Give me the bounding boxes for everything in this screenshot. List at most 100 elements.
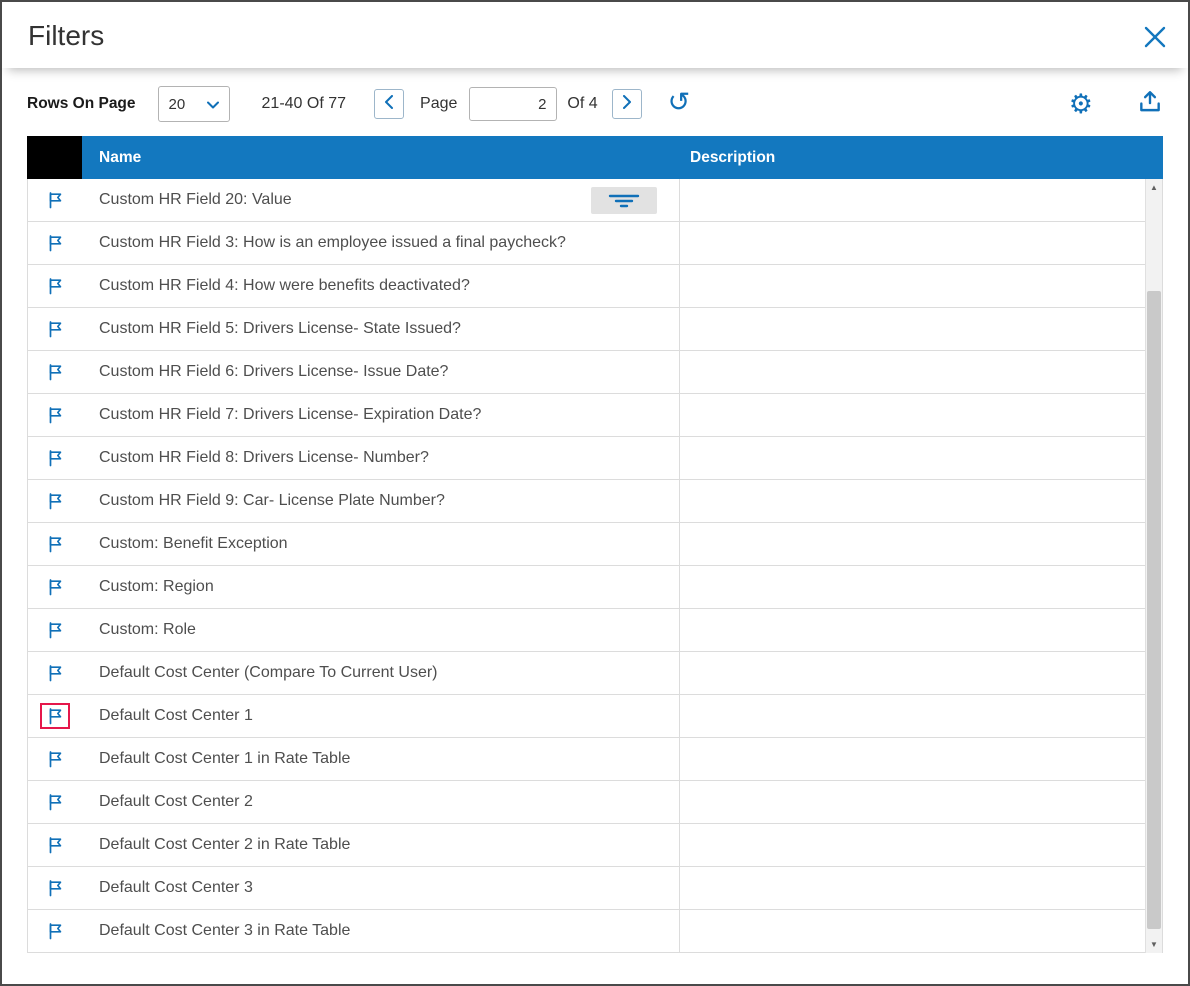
flag-icon[interactable] bbox=[42, 791, 68, 813]
row-description-cell bbox=[679, 566, 1162, 608]
name-column-header: Name bbox=[82, 136, 679, 179]
flag-icon[interactable] bbox=[42, 533, 68, 555]
refresh-button[interactable]: ↺ bbox=[667, 86, 691, 117]
filter-indicator-button[interactable] bbox=[591, 187, 657, 214]
table-row[interactable]: Custom HR Field 8: Drivers License- Numb… bbox=[28, 437, 1162, 480]
row-name-cell[interactable]: Custom HR Field 9: Car- License Plate Nu… bbox=[82, 480, 679, 522]
table-header-row: Name Description bbox=[27, 136, 1163, 179]
flag-icon[interactable] bbox=[42, 404, 68, 426]
table-row[interactable]: Default Cost Center (Compare To Current … bbox=[28, 652, 1162, 695]
flag-icon[interactable] bbox=[42, 318, 68, 340]
row-description-cell bbox=[679, 265, 1162, 307]
table-row[interactable]: Custom: Role bbox=[28, 609, 1162, 652]
row-name: Default Cost Center 2 bbox=[99, 793, 253, 810]
row-name-cell[interactable]: Default Cost Center (Compare To Current … bbox=[82, 652, 679, 694]
vertical-scrollbar[interactable]: ▲ ▼ bbox=[1145, 179, 1162, 953]
settings-button[interactable]: ⚙ bbox=[1068, 88, 1093, 119]
flag-icon[interactable] bbox=[42, 834, 68, 856]
row-name: Custom HR Field 8: Drivers License- Numb… bbox=[99, 449, 429, 466]
flag-icon[interactable] bbox=[42, 576, 68, 598]
row-name-cell[interactable]: Default Cost Center 3 bbox=[82, 867, 679, 909]
table-row[interactable]: Custom: Benefit Exception bbox=[28, 523, 1162, 566]
row-flag-cell bbox=[28, 566, 82, 608]
table-row[interactable]: Custom HR Field 4: How were benefits dea… bbox=[28, 265, 1162, 308]
gear-icon: ⚙ bbox=[1068, 88, 1093, 119]
flag-icon[interactable] bbox=[42, 619, 68, 641]
scroll-down-icon[interactable]: ▼ bbox=[1146, 936, 1162, 953]
chevron-left-icon bbox=[384, 94, 394, 114]
table-row[interactable]: Default Cost Center 1 bbox=[28, 695, 1162, 738]
table-row[interactable]: Custom HR Field 7: Drivers License- Expi… bbox=[28, 394, 1162, 437]
row-name-cell[interactable]: Custom HR Field 3: How is an employee is… bbox=[82, 222, 679, 264]
row-name-cell[interactable]: Custom: Region bbox=[82, 566, 679, 608]
row-description-cell bbox=[679, 308, 1162, 350]
table-row[interactable]: Default Cost Center 3 bbox=[28, 867, 1162, 910]
row-name: Custom HR Field 7: Drivers License- Expi… bbox=[99, 406, 482, 423]
row-name-cell[interactable]: Custom: Role bbox=[82, 609, 679, 651]
table-row[interactable]: Custom HR Field 9: Car- License Plate Nu… bbox=[28, 480, 1162, 523]
row-name-cell[interactable]: Custom HR Field 5: Drivers License- Stat… bbox=[82, 308, 679, 350]
flag-icon[interactable] bbox=[42, 275, 68, 297]
flag-icon[interactable] bbox=[42, 748, 68, 770]
row-description-cell bbox=[679, 910, 1162, 952]
row-name: Default Cost Center (Compare To Current … bbox=[99, 664, 438, 681]
row-name-cell[interactable]: Custom HR Field 8: Drivers License- Numb… bbox=[82, 437, 679, 479]
row-name-cell[interactable]: Default Cost Center 1 in Rate Table bbox=[82, 738, 679, 780]
row-name-cell[interactable]: Custom HR Field 20: Value bbox=[82, 179, 679, 221]
row-description-cell bbox=[679, 222, 1162, 264]
scrollbar-thumb[interactable] bbox=[1147, 291, 1161, 929]
table-row[interactable]: Default Cost Center 2 in Rate Table bbox=[28, 824, 1162, 867]
row-name-cell[interactable]: Default Cost Center 2 in Rate Table bbox=[82, 824, 679, 866]
row-name-cell[interactable]: Custom HR Field 4: How were benefits dea… bbox=[82, 265, 679, 307]
flag-icon[interactable] bbox=[42, 490, 68, 512]
flag-icon[interactable] bbox=[42, 662, 68, 684]
flag-icon[interactable] bbox=[42, 705, 68, 727]
row-flag-cell bbox=[28, 738, 82, 780]
next-page-button[interactable] bbox=[611, 89, 642, 119]
rows-on-page-label: Rows On Page bbox=[27, 95, 136, 112]
row-name: Custom HR Field 4: How were benefits dea… bbox=[99, 277, 470, 294]
row-name-cell[interactable]: Default Cost Center 3 in Rate Table bbox=[82, 910, 679, 952]
table-row[interactable]: Custom HR Field 5: Drivers License- Stat… bbox=[28, 308, 1162, 351]
previous-page-button[interactable] bbox=[374, 89, 405, 119]
row-range-text: 21-40 Of 77 bbox=[261, 95, 347, 112]
rows-per-page-select[interactable]: 20 bbox=[157, 86, 230, 122]
row-flag-cell bbox=[28, 480, 82, 522]
scroll-up-icon[interactable]: ▲ bbox=[1146, 179, 1162, 196]
table-row[interactable]: Default Cost Center 3 in Rate Table bbox=[28, 910, 1162, 953]
row-description-cell bbox=[679, 351, 1162, 393]
refresh-icon: ↺ bbox=[667, 86, 691, 117]
row-name-cell[interactable]: Default Cost Center 1 bbox=[82, 695, 679, 737]
table-row[interactable]: Default Cost Center 2 bbox=[28, 781, 1162, 824]
flag-icon[interactable] bbox=[42, 920, 68, 942]
row-description-cell bbox=[679, 781, 1162, 823]
table-row[interactable]: Default Cost Center 1 in Rate Table bbox=[28, 738, 1162, 781]
flag-icon[interactable] bbox=[42, 447, 68, 469]
flag-icon[interactable] bbox=[42, 189, 68, 211]
export-button[interactable] bbox=[1137, 89, 1163, 120]
close-button[interactable] bbox=[1140, 24, 1170, 54]
flag-icon[interactable] bbox=[42, 877, 68, 899]
flag-icon[interactable] bbox=[42, 232, 68, 254]
export-icon bbox=[1137, 89, 1163, 120]
table-row[interactable]: Custom HR Field 3: How is an employee is… bbox=[28, 222, 1162, 265]
row-flag-cell bbox=[28, 652, 82, 694]
description-column-header: Description bbox=[679, 136, 1163, 179]
flag-icon[interactable] bbox=[42, 361, 68, 383]
row-name: Default Cost Center 1 in Rate Table bbox=[99, 750, 351, 767]
row-flag-cell bbox=[28, 437, 82, 479]
table-row[interactable]: Custom: Region bbox=[28, 566, 1162, 609]
row-description-cell bbox=[679, 179, 1162, 221]
row-name-cell[interactable]: Custom: Benefit Exception bbox=[82, 523, 679, 565]
table-row[interactable]: Custom HR Field 20: Value bbox=[28, 179, 1162, 222]
row-flag-cell bbox=[28, 222, 82, 264]
row-name-cell[interactable]: Custom HR Field 6: Drivers License- Issu… bbox=[82, 351, 679, 393]
row-name-cell[interactable]: Default Cost Center 2 bbox=[82, 781, 679, 823]
row-flag-cell bbox=[28, 394, 82, 436]
row-description-cell bbox=[679, 824, 1162, 866]
table-row[interactable]: Custom HR Field 6: Drivers License- Issu… bbox=[28, 351, 1162, 394]
filters-table: Name Description Custom HR Field 20: Val… bbox=[27, 136, 1163, 953]
row-name-cell[interactable]: Custom HR Field 7: Drivers License- Expi… bbox=[82, 394, 679, 436]
row-name: Default Cost Center 2 in Rate Table bbox=[99, 836, 351, 853]
page-number-input[interactable] bbox=[469, 87, 558, 121]
